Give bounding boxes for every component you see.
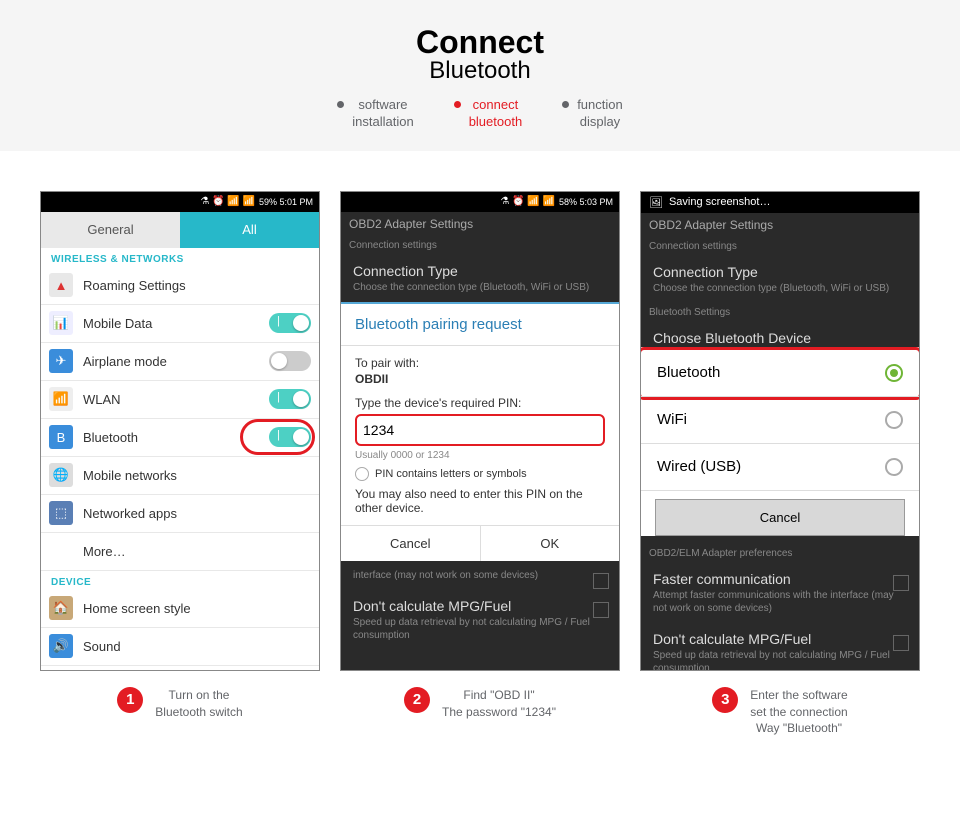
- caption-3: 3Enter the softwareset the connectionWay…: [640, 681, 920, 737]
- pin-hint: Usually 0000 or 1234: [355, 450, 605, 461]
- connection-type-card[interactable]: Connection TypeChoose the connection typ…: [341, 255, 619, 302]
- item-airplane[interactable]: ✈Airplane mode: [41, 343, 319, 381]
- caption-2: 2Find "OBD II"The password "1234": [340, 681, 620, 737]
- toggle-icon[interactable]: [269, 313, 311, 333]
- toggle-icon[interactable]: [269, 351, 311, 371]
- dot-icon: [337, 101, 344, 108]
- highlight-circle: [240, 419, 315, 455]
- cancel-button[interactable]: Cancel: [341, 526, 481, 561]
- item-sound[interactable]: 🔊Sound: [41, 628, 319, 666]
- page-title: Connect: [0, 24, 960, 61]
- ok-button[interactable]: OK: [481, 526, 620, 561]
- checkbox-icon[interactable]: [893, 575, 909, 591]
- adapter-pref-label: OBD2/ELM Adapter preferences: [641, 544, 919, 563]
- checkbox-icon: [355, 467, 369, 481]
- device-list: Bluetooth WiFi Wired (USB) Cancel: [641, 347, 919, 536]
- pairing-dialog: Bluetooth pairing request To pair with: …: [341, 302, 619, 561]
- radio-icon: [885, 411, 903, 429]
- page-subtitle: Bluetooth: [0, 57, 960, 85]
- nav-function[interactable]: functiondisplay: [562, 97, 623, 131]
- pin-input[interactable]: [355, 414, 605, 446]
- dialog-title: Bluetooth pairing request: [341, 304, 619, 346]
- faster-card[interactable]: interface (may not work on some devices): [341, 561, 619, 590]
- connection-type-card[interactable]: Connection TypeChoose the connection typ…: [641, 256, 919, 303]
- dot-icon: [454, 101, 461, 108]
- pair-label: To pair with:: [355, 356, 605, 370]
- radio-icon: [885, 458, 903, 476]
- tab-all[interactable]: All: [180, 212, 319, 248]
- section-wireless: WIRELESS & NETWORKS: [41, 248, 319, 267]
- item-display[interactable]: Display: [41, 666, 319, 671]
- checkbox-icon[interactable]: [593, 602, 609, 618]
- radio-icon: [885, 364, 903, 382]
- step-badge: 2: [404, 687, 430, 713]
- nav-connect[interactable]: connectbluetooth: [454, 97, 523, 131]
- bluetooth-settings-label: Bluetooth Settings: [641, 303, 919, 322]
- status-bar: ⚗ ⏰ 📶 📶59% 5:01 PM: [41, 192, 319, 212]
- item-wlan[interactable]: 📶WLAN: [41, 381, 319, 419]
- item-more[interactable]: More…: [41, 533, 319, 571]
- step-badge: 3: [712, 687, 738, 713]
- item-networked-apps[interactable]: ⬚Networked apps: [41, 495, 319, 533]
- tabs: General All: [41, 212, 319, 248]
- section-label: Connection settings: [341, 236, 619, 255]
- phone-2: ⚗ ⏰ 📶 📶58% 5:03 PM OBD2 Adapter Settings…: [340, 191, 620, 671]
- nav-tabs: softwareinstallation connectbluetooth fu…: [0, 97, 960, 131]
- caption-1: 1Turn on theBluetooth switch: [40, 681, 320, 737]
- item-mobile-networks[interactable]: 🌐Mobile networks: [41, 457, 319, 495]
- device-name: OBDII: [355, 372, 605, 386]
- section-device: DEVICE: [41, 571, 319, 590]
- toggle-icon[interactable]: [269, 389, 311, 409]
- status-bar: ⚗ ⏰ 📶 📶58% 5:03 PM: [341, 192, 619, 212]
- step-badge: 1: [117, 687, 143, 713]
- phones-row: ⚗ ⏰ 📶 📶59% 5:01 PM General All WIRELESS …: [0, 151, 960, 671]
- item-home-style[interactable]: 🏠Home screen style: [41, 590, 319, 628]
- screen-title: OBD2 Adapter Settings: [341, 212, 619, 236]
- option-wifi[interactable]: WiFi: [641, 397, 919, 444]
- phone-1: ⚗ ⏰ 📶 📶59% 5:01 PM General All WIRELESS …: [40, 191, 320, 671]
- tab-general[interactable]: General: [41, 212, 180, 248]
- pin-note: You may also need to enter this PIN on t…: [355, 487, 605, 515]
- item-roaming[interactable]: ▲Roaming Settings: [41, 267, 319, 305]
- checkbox-icon[interactable]: [893, 635, 909, 651]
- checkbox-icon[interactable]: [593, 573, 609, 589]
- captions-row: 1Turn on theBluetooth switch 2Find "OBD …: [0, 671, 960, 747]
- option-bluetooth[interactable]: Bluetooth: [641, 350, 919, 397]
- section-label: Connection settings: [641, 237, 919, 256]
- cancel-button[interactable]: Cancel: [655, 499, 905, 536]
- phone-3: 🖼Saving screenshot… OBD2 Adapter Setting…: [640, 191, 920, 671]
- image-icon: 🖼: [649, 196, 663, 209]
- item-bluetooth[interactable]: BBluetooth: [41, 419, 319, 457]
- mpg-card[interactable]: Don't calculate MPG/FuelSpeed up data re…: [341, 590, 619, 650]
- dot-icon: [562, 101, 569, 108]
- pin-prompt: Type the device's required PIN:: [355, 396, 605, 410]
- letters-checkbox[interactable]: PIN contains letters or symbols: [355, 467, 605, 481]
- nav-software[interactable]: softwareinstallation: [337, 97, 413, 131]
- saving-banner: 🖼Saving screenshot…: [641, 192, 919, 213]
- header: Connect Bluetooth softwareinstallation c…: [0, 0, 960, 151]
- choose-device-card[interactable]: Choose Bluetooth Device: [641, 322, 919, 350]
- faster-card[interactable]: Faster communicationAttempt faster commu…: [641, 563, 919, 623]
- item-mobile-data[interactable]: 📊Mobile Data: [41, 305, 319, 343]
- option-wired[interactable]: Wired (USB): [641, 444, 919, 491]
- screen-title: OBD2 Adapter Settings: [641, 213, 919, 237]
- mpg-card[interactable]: Don't calculate MPG/FuelSpeed up data re…: [641, 623, 919, 671]
